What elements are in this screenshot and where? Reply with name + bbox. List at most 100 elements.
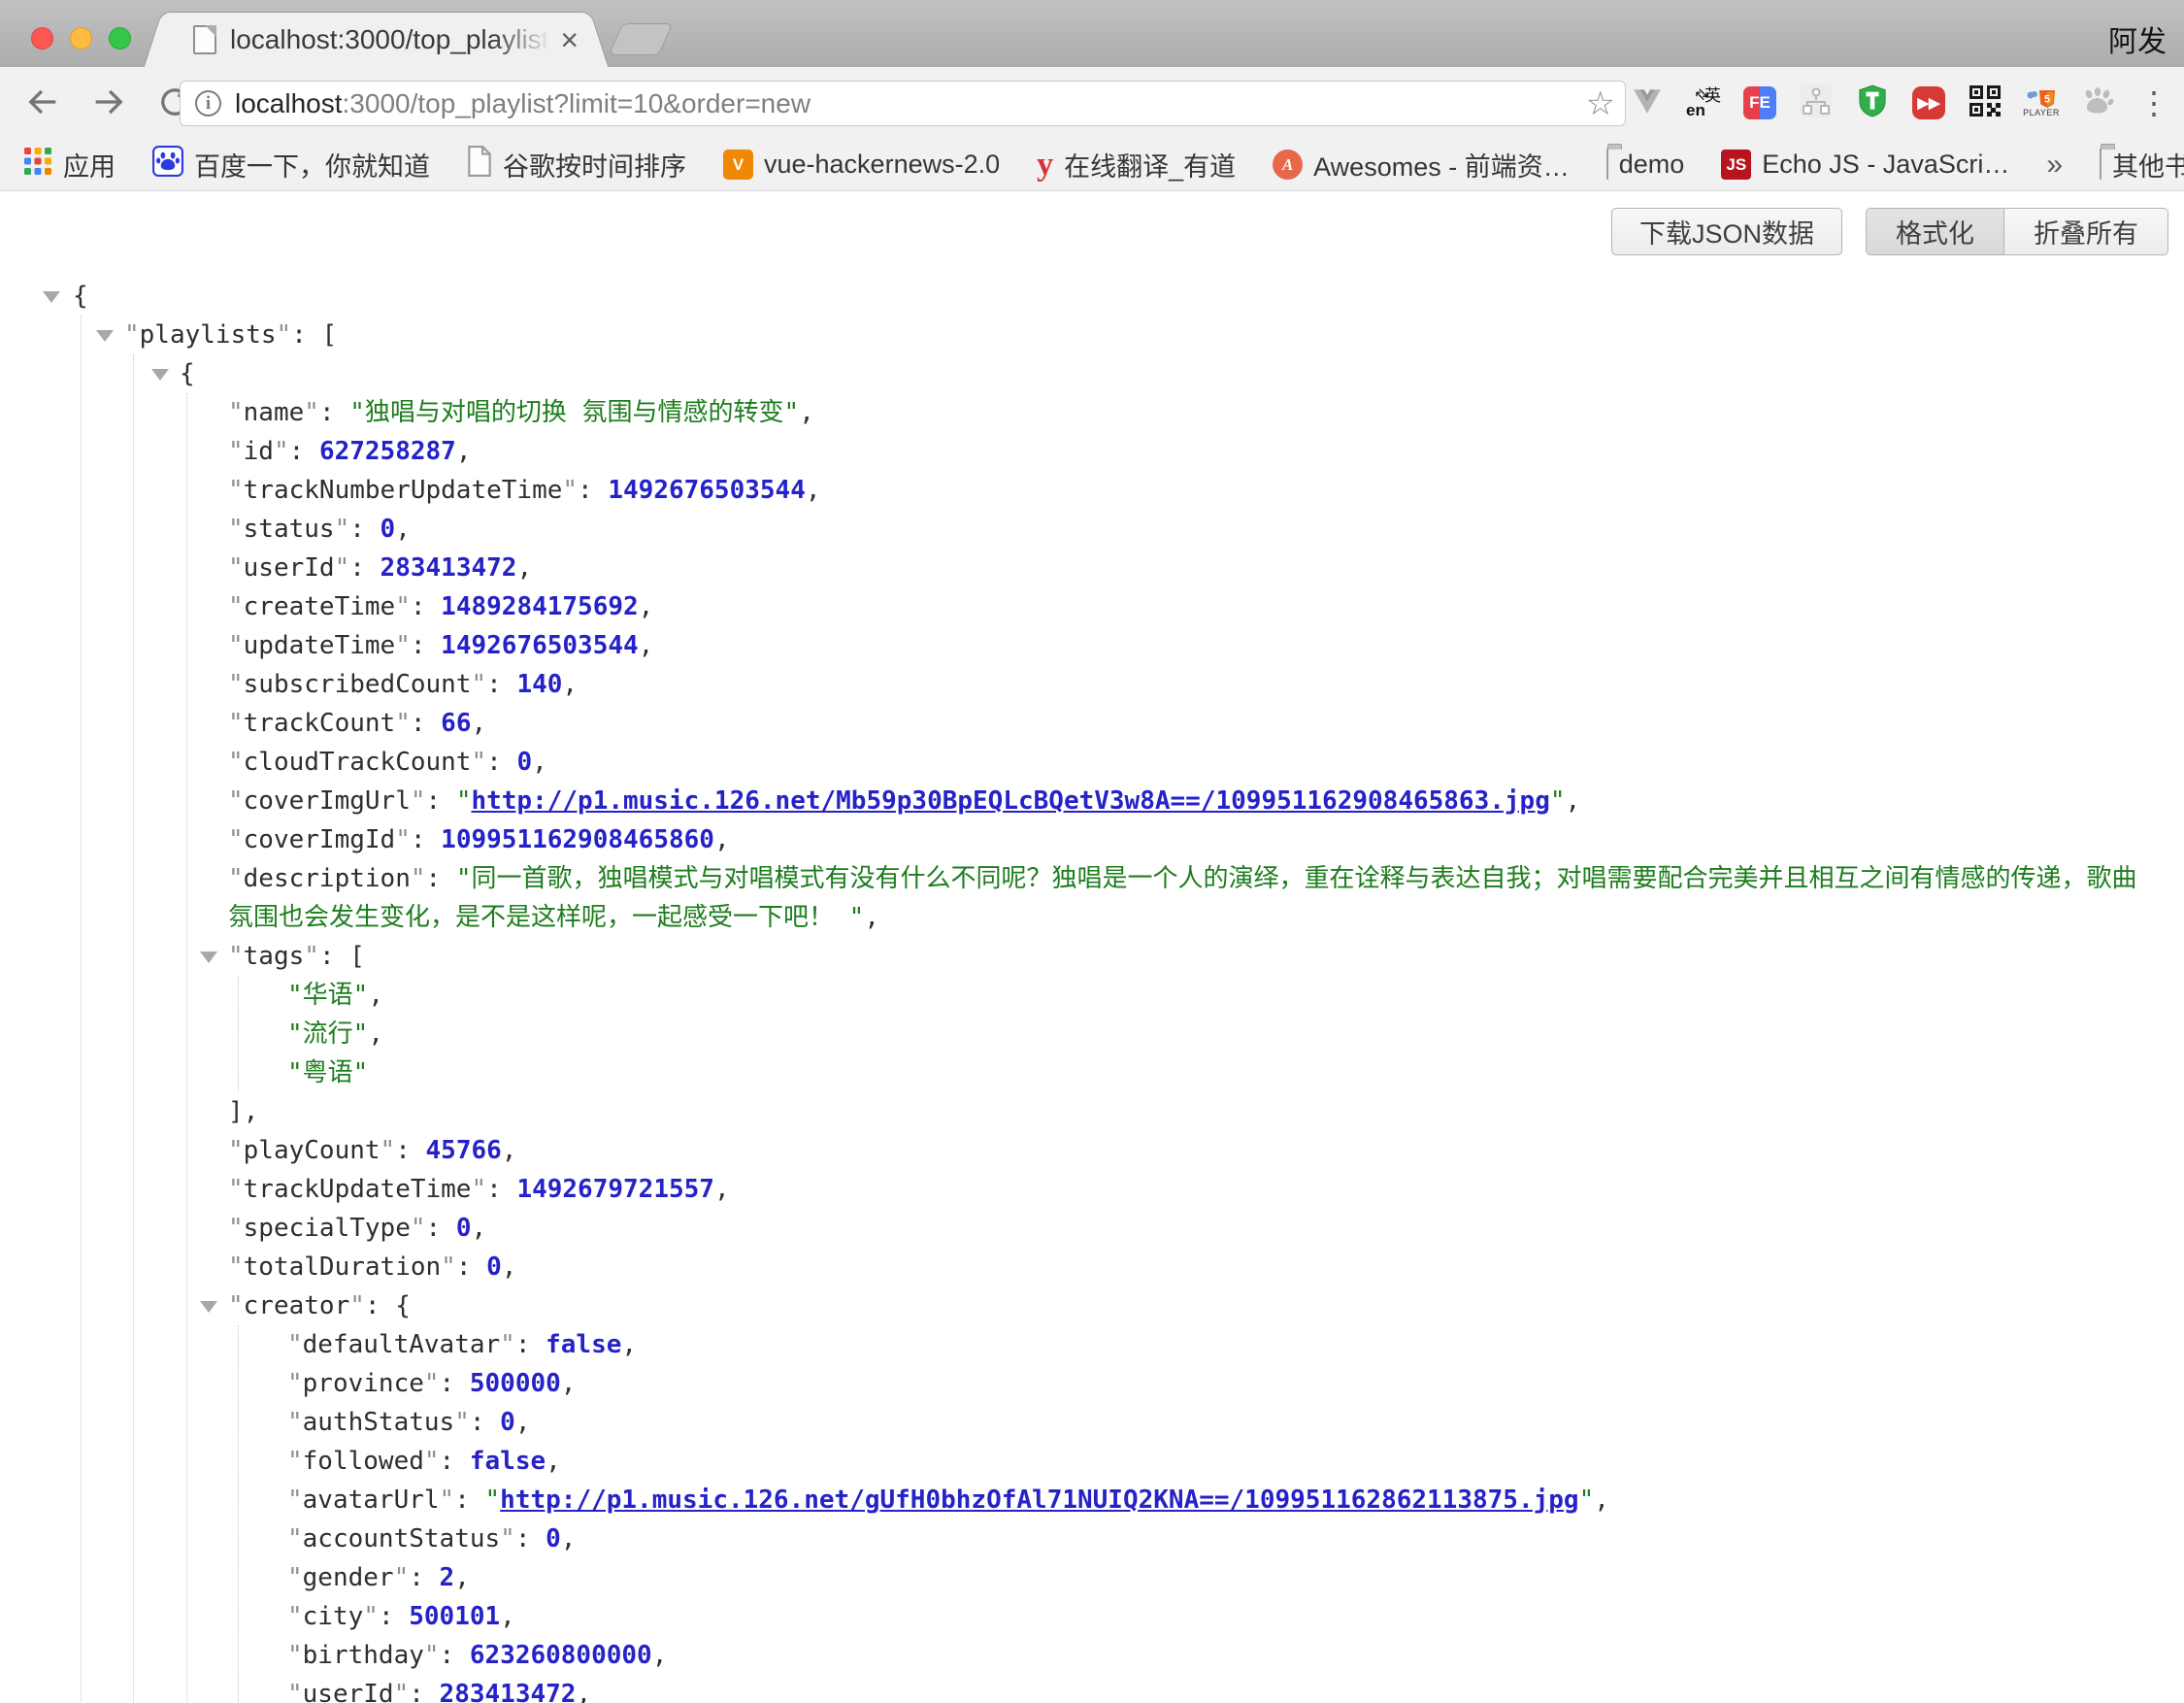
json-line: "华语",	[239, 976, 2157, 1015]
json-comma: ,	[395, 515, 411, 544]
json-key-quote: "	[287, 1486, 303, 1515]
tab-title: localhost:3000/top_playlist?lim	[230, 24, 550, 55]
json-line: "coverImgUrl": "http://p1.music.126.net/…	[187, 782, 2157, 820]
profile-name[interactable]: 阿发	[2108, 17, 2167, 60]
bookmark-star-icon[interactable]: ☆	[1586, 84, 1615, 123]
json-bracket: [	[349, 942, 365, 971]
menu-dots-icon: ⋮	[2138, 84, 2169, 121]
extension-button[interactable]: 英en⇄	[1685, 82, 1722, 124]
json-boolean-value: false	[546, 1330, 621, 1359]
fe-icon: FE	[1743, 86, 1776, 119]
apps-grid-icon	[23, 147, 52, 183]
json-block: "defaultAvatar": false,"province": 50000…	[238, 1325, 2157, 1703]
json-key: coverImgUrl	[244, 786, 411, 816]
bookmark-item[interactable]: AAwesomes - 前端资…	[1273, 146, 1570, 184]
json-block: "华语","流行","粤语"	[238, 976, 2157, 1092]
json-line: "tags": [	[187, 937, 2157, 976]
json-colon: :	[411, 825, 441, 854]
download-json-button[interactable]: 下载JSON数据	[1611, 208, 1842, 255]
json-number-value: 45766	[426, 1136, 502, 1165]
json-link-value[interactable]: http://p1.music.126.net/Mb59p30BpEQLcBQe…	[471, 786, 1549, 816]
json-comma: ,	[516, 553, 532, 583]
json-key-quote: "	[471, 1175, 486, 1204]
nav-buttons	[21, 81, 196, 123]
json-key-quote: "	[424, 1369, 440, 1398]
page-icon	[467, 146, 492, 184]
collapse-all-button[interactable]: 折叠所有	[2003, 209, 2167, 254]
json-line: "avatarUrl": "http://p1.music.126.net/gU…	[239, 1481, 2157, 1519]
format-button[interactable]: 格式化	[1867, 209, 2003, 254]
back-button[interactable]	[21, 81, 64, 123]
zoom-window-button[interactable]	[109, 27, 131, 50]
collapse-toggle-icon[interactable]	[151, 369, 169, 381]
collapse-toggle-icon[interactable]	[43, 291, 60, 303]
bookmark-item[interactable]: 谷歌按时间排序	[467, 146, 686, 184]
extension-button[interactable]	[1798, 82, 1835, 124]
bookmark-item[interactable]: y在线翻译_有道	[1037, 146, 1236, 184]
forward-button[interactable]	[87, 81, 130, 123]
extension-button[interactable]: ▶▶	[1910, 82, 1947, 124]
collapse-toggle-icon[interactable]	[200, 1301, 217, 1313]
json-comma: ,	[456, 437, 472, 466]
json-colon: :	[426, 786, 456, 816]
bookmark-item[interactable]: Vvue-hackernews-2.0	[723, 150, 1000, 180]
extension-button[interactable]	[2079, 82, 2116, 124]
json-number-value: 109951162908465860	[441, 825, 714, 854]
json-colon: :	[319, 398, 349, 427]
json-line: "creator": {	[187, 1286, 2157, 1325]
json-bracket: {	[73, 282, 88, 311]
json-number-value: 283413472	[440, 1680, 577, 1703]
extension-button[interactable]	[1629, 82, 1666, 124]
json-colon: :	[291, 320, 321, 350]
new-tab-button[interactable]	[609, 23, 674, 55]
collapse-toggle-icon[interactable]	[200, 952, 217, 963]
bookmarks-overflow-button[interactable]: »	[2046, 149, 2063, 182]
json-key-quote: "	[228, 1252, 244, 1282]
json-comma: ,	[561, 1524, 577, 1553]
bookmark-label: demo	[1619, 150, 1685, 180]
close-window-button[interactable]	[31, 27, 53, 50]
minimize-window-button[interactable]	[70, 27, 92, 50]
fast-forward-icon: ▶▶	[1912, 86, 1945, 119]
json-line: "userId": 283413472,	[239, 1675, 2157, 1703]
address-bar[interactable]: i localhost:3000/top_playlist?limit=10&o…	[180, 81, 1626, 126]
json-bracket: {	[395, 1291, 411, 1320]
json-number-value: 0	[546, 1524, 561, 1553]
json-key-quote: "	[304, 942, 319, 971]
baidu-paw-icon	[152, 146, 183, 184]
browser-tab[interactable]: localhost:3000/top_playlist?lim ×	[170, 12, 582, 67]
json-comma: ,	[714, 825, 730, 854]
bookmark-item[interactable]: JSEcho JS - JavaScri…	[1721, 150, 2009, 180]
page-content: 下载JSON数据 格式化 折叠所有 {"playlists": [{"name"…	[0, 191, 2184, 1703]
json-key-quote: "	[274, 437, 289, 466]
json-colon: :	[349, 515, 380, 544]
bookmark-item[interactable]: 百度一下，你就知道	[152, 146, 430, 184]
bookmark-label: 谷歌按时间排序	[503, 146, 686, 184]
json-line: "city": 500101,	[239, 1597, 2157, 1636]
json-key: playlists	[140, 320, 277, 350]
json-number-value: 500000	[470, 1369, 561, 1398]
extension-button[interactable]: 5PLAYER	[2023, 82, 2060, 124]
json-key: totalDuration	[244, 1252, 442, 1282]
extension-button[interactable]: FE	[1741, 82, 1778, 124]
extension-button[interactable]	[1967, 82, 2003, 124]
tab-close-icon[interactable]: ×	[560, 24, 579, 55]
json-line: "updateTime": 1492676503544,	[187, 626, 2157, 665]
bookmark-item[interactable]: demo	[1606, 150, 1685, 180]
json-link-value[interactable]: http://p1.music.126.net/gUfH0bhzOfAl71NU…	[500, 1486, 1578, 1515]
json-line: "createTime": 1489284175692,	[187, 587, 2157, 626]
bookmark-item[interactable]: 其他书签	[2100, 146, 2184, 184]
extension-button[interactable]	[1854, 82, 1891, 124]
collapse-toggle-icon[interactable]	[96, 330, 114, 342]
tab-favicon-page-icon	[193, 25, 216, 54]
json-number-value: 627258287	[319, 437, 456, 466]
page-info-icon[interactable]: i	[195, 90, 221, 117]
json-colon: :	[440, 1641, 470, 1670]
json-key-quote: "	[381, 1136, 396, 1165]
json-key-quote: "	[228, 1136, 244, 1165]
json-line: "province": 500000,	[239, 1364, 2157, 1403]
bookmark-label: 百度一下，你就知道	[194, 146, 430, 184]
json-key-quote: "	[277, 320, 292, 350]
browser-menu-button[interactable]: ⋮	[2135, 82, 2172, 124]
bookmark-item[interactable]: 应用	[23, 146, 116, 184]
